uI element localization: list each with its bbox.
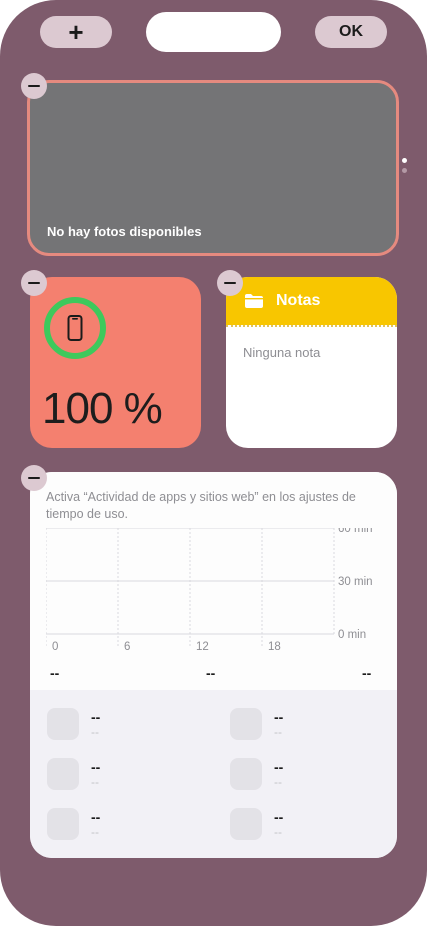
page-indicator[interactable] — [402, 158, 410, 178]
screen-time-chart: 60 min 30 min 0 min 0 6 12 18 — [46, 528, 373, 653]
app-name: -- — [91, 809, 101, 825]
done-button[interactable]: OK — [315, 16, 387, 48]
app-icon — [230, 808, 262, 840]
chart-y-tick-label: 30 min — [338, 576, 373, 588]
screen-time-widget[interactable]: Activa “Actividad de apps y sitios web” … — [30, 472, 397, 858]
notes-divider — [226, 325, 397, 327]
photos-empty-text: No hay fotos disponibles — [47, 224, 202, 239]
app-icon — [230, 708, 262, 740]
chart-x-tick-label: 0 — [52, 641, 58, 653]
app-name: -- — [274, 809, 284, 825]
remove-screen-time-widget-button[interactable] — [21, 465, 47, 491]
app-name: -- — [91, 759, 101, 775]
folder-icon — [245, 294, 263, 308]
app-name: -- — [91, 709, 101, 725]
chart-y-tick-label: 0 min — [338, 629, 366, 641]
app-usage-list: -- -- -- -- -- -- -- -- -- -- -- -- — [30, 690, 397, 858]
dynamic-island — [146, 12, 281, 52]
page-dot — [402, 168, 407, 173]
notes-header: Notas — [226, 277, 397, 325]
remove-notes-widget-button[interactable] — [217, 270, 243, 296]
photos-widget[interactable]: No hay fotos disponibles — [27, 80, 399, 256]
app-icon — [230, 758, 262, 790]
widget-edit-screen: + OK No hay fotos disponibles 100 % Nota… — [0, 0, 427, 926]
app-name: -- — [274, 709, 284, 725]
app-icon — [47, 708, 79, 740]
page-dot-active — [402, 158, 407, 163]
screen-time-message: Activa “Actividad de apps y sitios web” … — [46, 490, 356, 521]
app-time: -- — [274, 725, 282, 739]
iphone-icon — [67, 315, 83, 341]
battery-widget[interactable]: 100 % — [30, 277, 201, 448]
chart-y-tick-label: 60 min — [338, 528, 373, 535]
total-value: -- — [50, 665, 60, 681]
total-value: -- — [362, 665, 372, 681]
screen-time-summary: Activa “Actividad de apps y sitios web” … — [30, 472, 397, 690]
app-name: -- — [274, 759, 284, 775]
app-time: -- — [274, 775, 282, 789]
app-time: -- — [274, 825, 282, 839]
battery-level: 100 % — [42, 384, 163, 433]
notes-empty-text: Ninguna nota — [243, 345, 321, 360]
chart-x-tick-label: 6 — [124, 641, 130, 653]
notes-widget[interactable]: Notas Ninguna nota — [226, 277, 397, 448]
total-value: -- — [206, 665, 216, 681]
remove-photos-widget-button[interactable] — [21, 73, 47, 99]
app-icon — [47, 808, 79, 840]
notes-title: Notas — [276, 292, 321, 309]
app-time: -- — [91, 775, 99, 789]
add-widget-button[interactable]: + — [40, 16, 112, 48]
chart-x-tick-label: 12 — [196, 641, 209, 653]
chart-x-tick-label: 18 — [268, 641, 281, 653]
app-time: -- — [91, 825, 99, 839]
app-icon — [47, 758, 79, 790]
battery-ring-icon — [44, 297, 106, 359]
remove-battery-widget-button[interactable] — [21, 270, 47, 296]
app-time: -- — [91, 725, 99, 739]
